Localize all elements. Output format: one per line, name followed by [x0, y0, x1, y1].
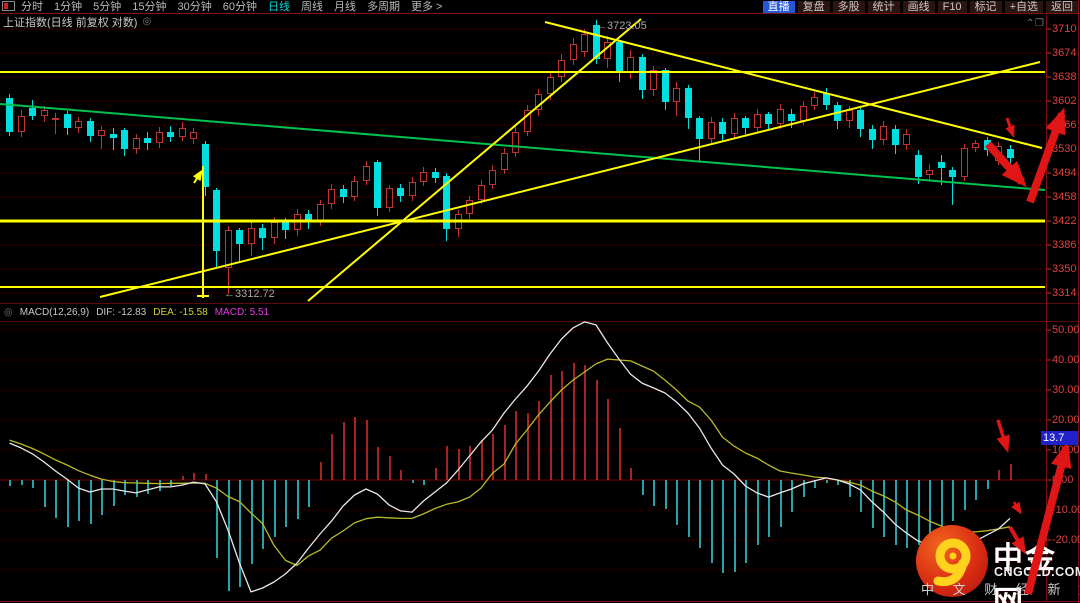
descending-green-channel: [0, 103, 1046, 191]
crash-up-arrow: [192, 169, 203, 184]
macd-current-value-badge: 13.7: [1041, 431, 1078, 445]
high-price-annotation: ←3723.05: [596, 20, 647, 32]
trendlines-and-arrows-layer: [0, 18, 1072, 596]
small-down-arrow-price: [1005, 117, 1015, 138]
down-arrow-macd-lines: [1008, 525, 1027, 555]
long-uptrend-line: [99, 61, 1041, 298]
chart-application-window: 分时 1分钟 5分钟 15分钟 30分钟 60分钟 日线 周线 月线 多周期 更多 > 直播 复盘 多股…: [0, 0, 1080, 603]
big-down-arrow-price: [985, 141, 1027, 188]
down-arrow-macd-hist: [996, 419, 1010, 453]
low-price-annotation: ←3312.72: [224, 288, 275, 300]
big-up-arrow-macd: [1024, 441, 1072, 596]
big-up-arrow-price: [1026, 107, 1066, 204]
downtrend-from-peak: [544, 21, 1043, 149]
steep-uptrend-line: [307, 18, 642, 302]
small-down-arrow-macd: [1011, 501, 1022, 515]
